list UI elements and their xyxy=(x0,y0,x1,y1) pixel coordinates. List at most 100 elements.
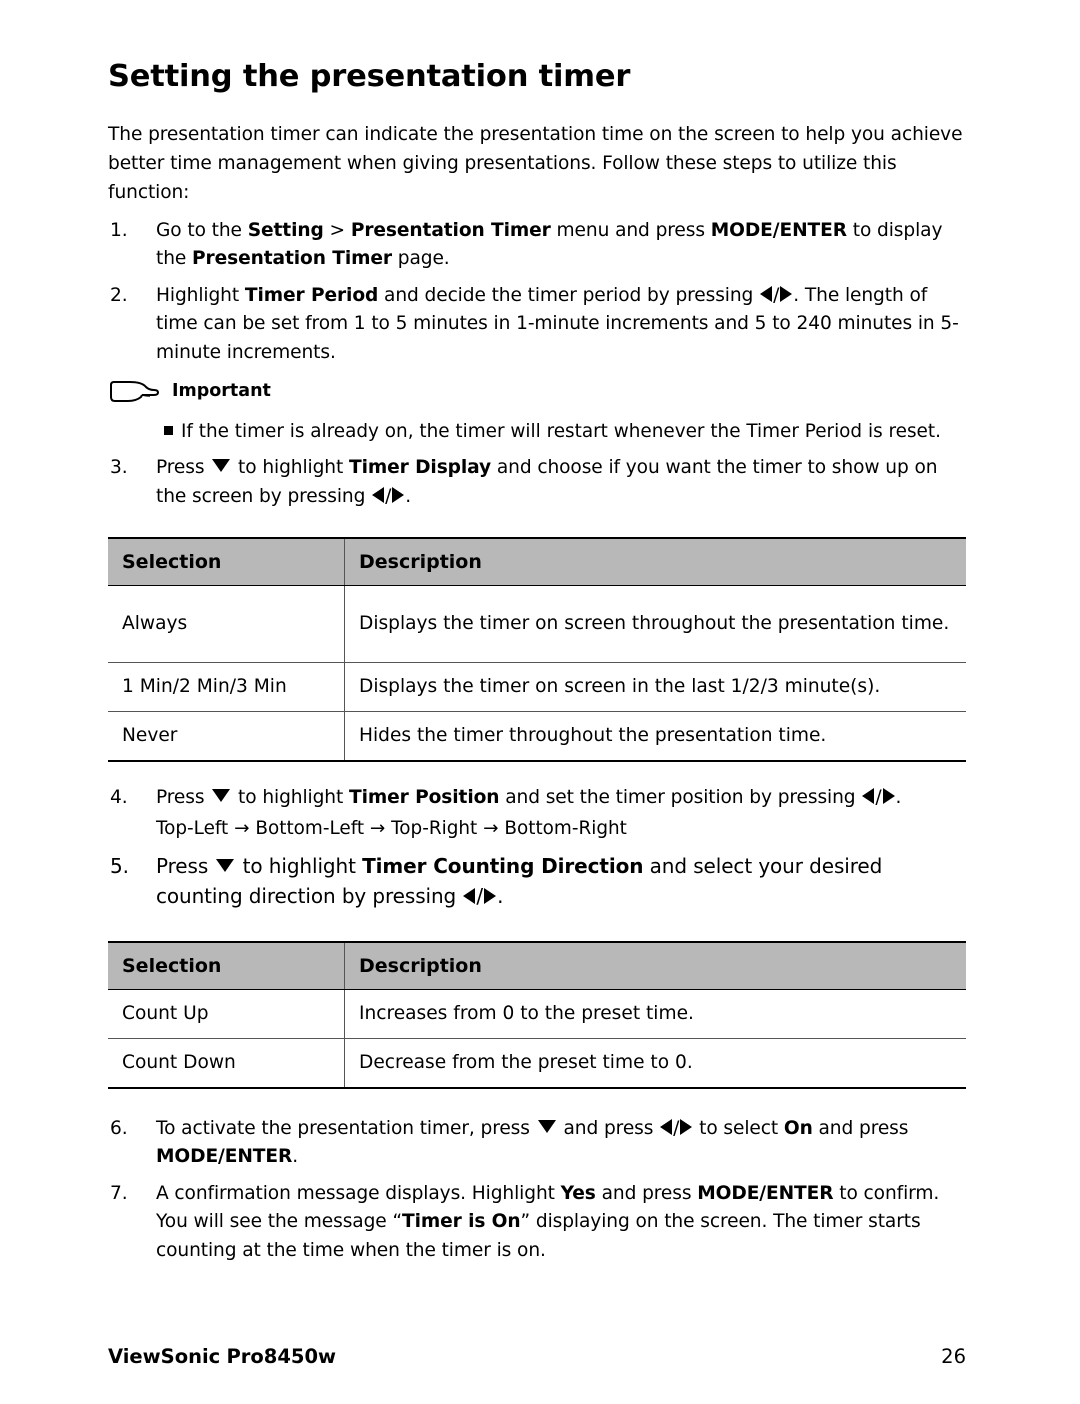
step-6-part-3: to select xyxy=(693,1117,784,1139)
pointing-hand-icon xyxy=(108,379,164,414)
step-1-text: Go to the Setting > Presentation Timer m… xyxy=(156,217,966,274)
step-7-bold-mode-enter: MODE/ENTER xyxy=(697,1182,834,1204)
step-1-part-2: > xyxy=(323,219,351,241)
timer-position-sequence: Top-Left → Bottom-Left → Top-Right → Bot… xyxy=(156,817,627,839)
step-4-part-3: and set the timer position by pressing xyxy=(499,787,862,809)
step-5-number: 5. xyxy=(110,853,129,878)
step-2-number: 2. xyxy=(110,284,128,306)
left-arrow-icon xyxy=(862,788,875,805)
table-row: Count Down Decrease from the preset time… xyxy=(108,1038,966,1089)
step-3-separator: / xyxy=(385,485,392,507)
down-arrow-icon xyxy=(216,858,235,872)
left-arrow-icon xyxy=(372,486,385,503)
step-2: 2. Highlight Timer Period and decide the… xyxy=(108,282,966,368)
step-2-separator: / xyxy=(773,284,780,306)
left-arrow-icon xyxy=(463,887,476,904)
step-3-bold-timer-display: Timer Display xyxy=(349,457,492,479)
table-cell-description: Displays the timer on screen in the last… xyxy=(344,662,966,713)
step-1-bold-setting: Setting xyxy=(247,219,324,241)
step-7-part-1: A confirmation message displays. Highlig… xyxy=(156,1182,561,1204)
table-header-selection: Selection xyxy=(108,940,345,990)
step-1-part-3: menu and press xyxy=(550,219,711,241)
table-row: Always Displays the timer on screen thro… xyxy=(108,585,966,664)
step-5-text: Press to highlight Timer Counting Direct… xyxy=(156,851,966,911)
footer-brand: ViewSonic xyxy=(108,1345,221,1368)
table-cell-selection: Always xyxy=(108,585,345,664)
table-header-row: Selection Description xyxy=(108,940,966,990)
step-7-text: A confirmation message displays. Highlig… xyxy=(156,1180,966,1266)
important-label: Important xyxy=(172,381,271,402)
intro-paragraph: The presentation timer can indicate the … xyxy=(108,123,963,203)
step-3: 3. Press to highlight Timer Display and … xyxy=(108,454,966,511)
step-2-part-1: Highlight xyxy=(156,284,245,306)
step-4-number: 4. xyxy=(110,787,128,809)
table-cell-description: Displays the timer on screen throughout … xyxy=(344,585,966,664)
table-header-row: Selection Description xyxy=(108,537,966,587)
table-cell-description: Increases from 0 to the preset time. xyxy=(344,989,966,1039)
right-arrow-icon xyxy=(484,887,497,904)
step-2-part-2: and decide the timer period by pressing xyxy=(378,284,760,306)
step-1-bold-presentation-timer: Presentation Timer xyxy=(350,219,551,241)
important-bullet-text: If the timer is already on, the timer wi… xyxy=(181,421,941,443)
footer-left: ViewSonic Pro8450w xyxy=(108,1345,336,1368)
timer-display-table: Selection Description Always Displays th… xyxy=(108,537,966,763)
counting-direction-table: Selection Description Count Up Increases… xyxy=(108,940,966,1089)
step-6-part-4: and press xyxy=(812,1117,909,1139)
down-arrow-icon xyxy=(537,1119,556,1133)
important-header: Important xyxy=(108,379,966,414)
step-6-part-1: To activate the presentation timer, pres… xyxy=(156,1117,536,1139)
step-2-bold-timer-period: Timer Period xyxy=(244,284,379,306)
down-arrow-icon xyxy=(212,459,231,473)
page-footer: ViewSonic Pro8450w 26 xyxy=(108,1345,966,1368)
step-1: 1. Go to the Setting > Presentation Time… xyxy=(108,217,966,274)
table-cell-description: Decrease from the preset time to 0. xyxy=(344,1038,966,1089)
step-4-part-4: . xyxy=(895,787,902,809)
step-5-part-2: to highlight xyxy=(236,853,363,878)
step-4-bold-timer-position: Timer Position xyxy=(349,787,500,809)
step-3-part-1: Press xyxy=(156,457,211,479)
step-7-bold-timer-is-on: Timer is On xyxy=(401,1211,521,1233)
footer-page-number: 26 xyxy=(941,1345,966,1368)
table-cell-description: Hides the timer throughout the presentat… xyxy=(344,711,966,763)
step-5-separator: / xyxy=(476,883,484,908)
step-6-text: To activate the presentation timer, pres… xyxy=(156,1115,966,1172)
table-row: 1 Min/2 Min/3 Min Displays the timer on … xyxy=(108,662,966,713)
table-row: Count Up Increases from 0 to the preset … xyxy=(108,989,966,1039)
left-arrow-icon xyxy=(760,285,773,302)
right-arrow-icon xyxy=(882,788,895,805)
step-4-text: Press to highlight Timer Position and se… xyxy=(156,784,966,813)
step-1-bold-mode-enter: MODE/ENTER xyxy=(710,219,847,241)
table-header-selection: Selection xyxy=(108,537,345,587)
table-row: Never Hides the timer throughout the pre… xyxy=(108,711,966,763)
step-3-number: 3. xyxy=(110,457,128,479)
footer-model: Pro8450w xyxy=(226,1345,337,1368)
step-7-bold-yes: Yes xyxy=(560,1182,596,1204)
step-1-part-1: Go to the xyxy=(156,219,248,241)
table-cell-selection: 1 Min/2 Min/3 Min xyxy=(108,662,345,713)
table-header-description: Description xyxy=(344,940,966,990)
table-cell-selection: Count Up xyxy=(108,989,345,1039)
step-7: 7. A confirmation message displays. High… xyxy=(108,1180,966,1266)
step-5: 5. Press to highlight Timer Counting Dir… xyxy=(108,851,966,911)
down-arrow-icon xyxy=(212,789,231,803)
step-3-part-4: . xyxy=(405,485,412,507)
step-5-part-4: . xyxy=(497,883,504,908)
step-3-text: Press to highlight Timer Display and cho… xyxy=(156,454,966,511)
step-1-part-5: page. xyxy=(391,248,450,270)
right-arrow-icon xyxy=(680,1118,693,1135)
step-7-number: 7. xyxy=(110,1182,128,1204)
step-6: 6. To activate the presentation timer, p… xyxy=(108,1115,966,1172)
step-7-part-2: and press xyxy=(595,1182,698,1204)
table-header-description: Description xyxy=(344,537,966,587)
step-4: 4. Press to highlight Timer Position and… xyxy=(108,784,966,813)
step-6-bold-on: On xyxy=(783,1117,813,1139)
step-2-text: Highlight Timer Period and decide the ti… xyxy=(156,282,966,368)
page-title: Setting the presentation timer xyxy=(108,59,631,94)
important-note: Important If the timer is already on, th… xyxy=(108,379,966,446)
document-page: Setting the presentation timer The prese… xyxy=(0,0,1080,1404)
step-4-separator: / xyxy=(875,787,882,809)
square-bullet-icon xyxy=(164,426,173,436)
step-5-bold-timer-counting-direction: Timer Counting Direction xyxy=(362,853,644,878)
table-cell-selection: Count Down xyxy=(108,1038,345,1089)
step-4-part-1: Press xyxy=(156,787,211,809)
